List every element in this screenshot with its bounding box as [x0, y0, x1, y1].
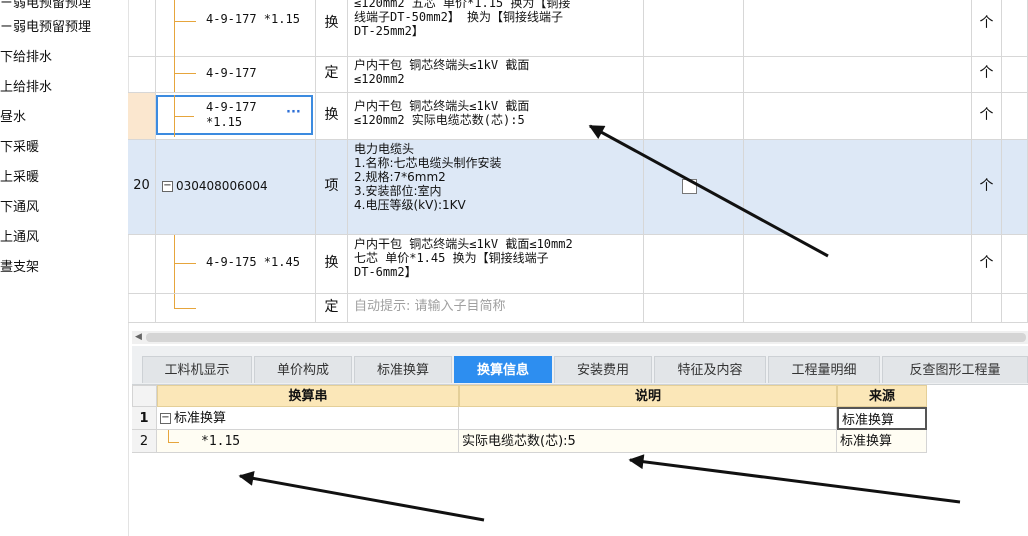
sidebar-item-weak-current-prembed-1[interactable]: ㄧ弱电预留预埋 [0, 0, 91, 15]
grid-expr-cell[interactable]: − 标准换算 [157, 407, 459, 430]
row-type: 定 [316, 294, 348, 322]
column-header-desc: 说明 [459, 385, 837, 407]
tab-features-content[interactable]: 特征及内容 [654, 356, 766, 383]
desc-line: 4.电压等级(kV):1KV [354, 198, 466, 212]
sidebar-item-upper-ventilation[interactable]: 上通风 [0, 227, 39, 249]
table-row[interactable]: 定 自动提示: 请输入子目简称 [128, 294, 1028, 323]
table-row[interactable]: 4-9-177 定 户内干包 铜芯终端头≤1kV 截面 ≤120mm2 个 [128, 56, 1028, 93]
checkbox[interactable] [682, 179, 697, 194]
column-header-source: 来源 [837, 385, 927, 407]
tab-quantity-detail[interactable]: 工程量明细 [768, 356, 880, 383]
sidebar-item-weak-current-prembed-2[interactable]: ㄧ弱电预留预埋 [0, 17, 91, 39]
quota-code-factor: *1.15 [206, 115, 243, 129]
row-type: 定 [316, 56, 348, 92]
grid-row-number: 1 [132, 407, 157, 430]
desc-line: DT-25mm2】 [354, 24, 424, 38]
desc-line: ≤120mm2 [354, 72, 405, 86]
more-button[interactable]: ··· [286, 105, 301, 120]
desc-line: ≤120mm2 实际电缆芯数(芯):5 [354, 113, 525, 127]
grid-expr-text: 标准换算 [174, 411, 227, 426]
desc-line: 七芯 单价*1.45 换为【铜接线端子 [354, 251, 549, 265]
quota-code: 4-9-177 [206, 100, 257, 114]
tab-unit-price-composition[interactable]: 单价构成 [254, 356, 352, 383]
grid-source-cell[interactable]: 标准换算 [837, 407, 927, 430]
grid-desc-cell[interactable]: 实际电缆芯数(芯):5 [459, 430, 837, 453]
detail-tabs: 工料机显示 单价构成 标准换算 换算信息 安装费用 特征及内容 工程量明细 反查… [132, 346, 1028, 385]
table-row[interactable]: 4-9-177 *1.15 换 ≤120mm2 五芯 单价*1.15 换为【铜接… [128, 0, 1028, 57]
unit: 个 [972, 56, 1002, 92]
table-row[interactable]: 4-9-177 *1.15 ··· 换 户内干包 铜芯终端头≤1kV 截面 ≤1… [128, 93, 1028, 140]
grid-source-cell[interactable]: 标准换算 [837, 430, 927, 453]
scrollbar-thumb[interactable] [146, 333, 1026, 342]
collapse-icon[interactable]: − [162, 181, 173, 192]
row-type: 换 [316, 93, 348, 139]
column-header-expr: 换算串 [157, 385, 459, 407]
desc-line: 1.名称:七芯电缆头制作安装 [354, 156, 502, 170]
grid-expr-cell[interactable]: *1.15 [157, 430, 459, 453]
sidebar-item-lower-water[interactable]: 下给排水 [0, 47, 52, 69]
detail-panel: 工料机显示 单价构成 标准换算 换算信息 安装费用 特征及内容 工程量明细 反查… [132, 346, 1028, 536]
quota-code: 4-9-177 [206, 66, 257, 80]
tab-labor-material-machine[interactable]: 工料机显示 [142, 356, 252, 383]
row-type: 换 [316, 235, 348, 293]
project-tree-sidebar: ㄧ弱电预留预埋 ㄧ弱电预留预埋 下给排水 上给排水 昼水 下采暖 上采暖 下通风… [0, 0, 129, 536]
tab-reverse-graphic-quantity[interactable]: 反查图形工程量 [882, 356, 1028, 383]
unit: 个 [972, 140, 1002, 234]
quota-table: 4-9-177 *1.15 换 ≤120mm2 五芯 单价*1.15 换为【铜接… [128, 0, 1028, 330]
grid-desc-cell[interactable] [459, 407, 837, 430]
tab-conversion-info[interactable]: 换算信息 [454, 356, 552, 383]
auto-hint-input[interactable]: 自动提示: 请输入子目简称 [348, 294, 644, 322]
table-row-selected[interactable]: 20 −030408006004 项 电力电缆头 1.名称:七芯电缆头制作安装 … [128, 140, 1028, 235]
scroll-left-icon[interactable]: ◀ [135, 332, 142, 342]
desc-line: 电力电缆头 [354, 142, 415, 156]
desc-line: 2.规格:7*6mm2 [354, 170, 446, 184]
desc-line: 3.安装部位:室内 [354, 184, 442, 198]
sidebar-item-water[interactable]: 昼水 [0, 107, 26, 129]
tab-standard-conversion[interactable]: 标准换算 [354, 356, 452, 383]
unit: 个 [972, 93, 1002, 139]
row-number: 20 [128, 140, 156, 234]
desc-line: ≤120mm2 五芯 单价*1.15 换为【铜接 [354, 0, 571, 10]
sidebar-item-bracket[interactable]: 晝支架 [0, 257, 39, 279]
item-code: 030408006004 [176, 179, 268, 193]
quota-code: 4-9-175 *1.45 [206, 255, 300, 269]
desc-line: 户内干包 铜芯终端头≤1kV 截面≤10mm2 [354, 237, 573, 251]
row-type: 换 [316, 0, 348, 56]
horizontal-scrollbar[interactable]: ◀ [132, 331, 1028, 344]
sidebar-item-upper-heating[interactable]: 上采暖 [0, 167, 39, 189]
sidebar-item-lower-heating[interactable]: 下采暖 [0, 137, 39, 159]
sidebar-item-upper-water[interactable]: 上给排水 [0, 77, 52, 99]
grid-expr-text: *1.15 [201, 434, 241, 449]
unit: 个 [972, 0, 1002, 56]
collapse-icon[interactable]: − [160, 413, 171, 424]
tab-installation-fee[interactable]: 安装费用 [554, 356, 652, 383]
desc-line: 户内干包 铜芯终端头≤1kV 截面 [354, 58, 530, 72]
table-row[interactable]: 4-9-175 *1.45 换 户内干包 铜芯终端头≤1kV 截面≤10mm2 … [128, 235, 1028, 294]
desc-line: 户内干包 铜芯终端头≤1kV 截面 [354, 99, 530, 113]
sidebar-item-lower-ventilation[interactable]: 下通风 [0, 197, 39, 219]
code-edit-cell[interactable]: 4-9-177 *1.15 ··· [156, 95, 313, 137]
unit: 个 [972, 235, 1002, 293]
desc-line: 线端子DT-50mm2】 换为【铜接线端子 [354, 10, 564, 24]
desc-line: DT-6mm2】 [354, 265, 417, 279]
quota-code: 4-9-177 *1.15 [206, 12, 300, 26]
row-type: 项 [316, 140, 348, 234]
grid-row-number: 2 [132, 430, 157, 453]
